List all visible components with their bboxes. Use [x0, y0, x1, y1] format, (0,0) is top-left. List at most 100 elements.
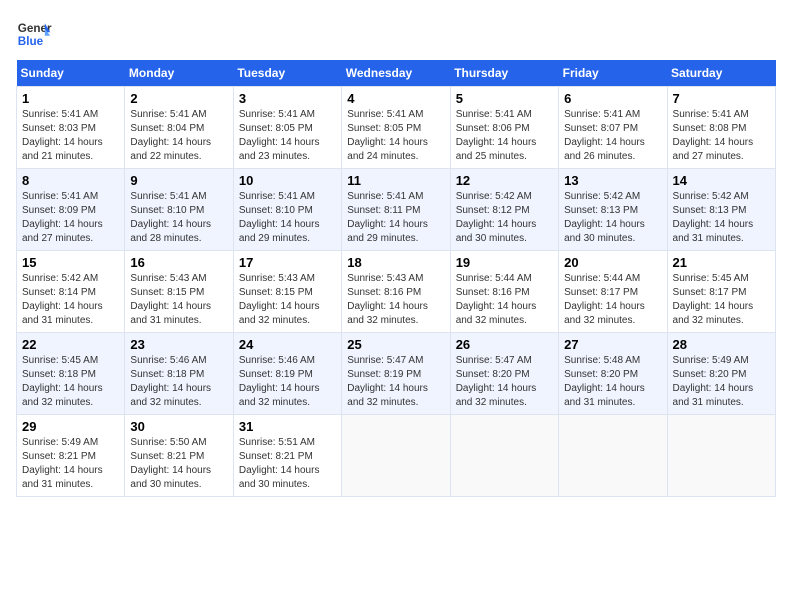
day-number: 4 — [347, 91, 444, 106]
day-header-wednesday: Wednesday — [342, 60, 450, 87]
week-row-3: 15 Sunrise: 5:42 AM Sunset: 8:14 PM Dayl… — [17, 251, 776, 333]
day-number: 29 — [22, 419, 119, 434]
day-header-thursday: Thursday — [450, 60, 558, 87]
week-row-2: 8 Sunrise: 5:41 AM Sunset: 8:09 PM Dayli… — [17, 169, 776, 251]
calendar-cell — [342, 415, 450, 497]
cell-info: Sunrise: 5:41 AM Sunset: 8:08 PM Dayligh… — [673, 108, 770, 164]
cell-info: Sunrise: 5:49 AM Sunset: 8:21 PM Dayligh… — [22, 436, 119, 492]
cell-info: Sunrise: 5:43 AM Sunset: 8:15 PM Dayligh… — [130, 272, 227, 328]
cell-info: Sunrise: 5:45 AM Sunset: 8:18 PM Dayligh… — [22, 354, 119, 410]
cell-info: Sunrise: 5:49 AM Sunset: 8:20 PM Dayligh… — [673, 354, 770, 410]
day-header-tuesday: Tuesday — [233, 60, 341, 87]
calendar-table: SundayMondayTuesdayWednesdayThursdayFrid… — [16, 60, 776, 497]
cell-info: Sunrise: 5:41 AM Sunset: 8:03 PM Dayligh… — [22, 108, 119, 164]
calendar-cell: 19 Sunrise: 5:44 AM Sunset: 8:16 PM Dayl… — [450, 251, 558, 333]
day-number: 14 — [673, 173, 770, 188]
week-row-5: 29 Sunrise: 5:49 AM Sunset: 8:21 PM Dayl… — [17, 415, 776, 497]
cell-info: Sunrise: 5:41 AM Sunset: 8:05 PM Dayligh… — [239, 108, 336, 164]
calendar-cell: 1 Sunrise: 5:41 AM Sunset: 8:03 PM Dayli… — [17, 87, 125, 169]
cell-info: Sunrise: 5:46 AM Sunset: 8:18 PM Dayligh… — [130, 354, 227, 410]
day-number: 6 — [564, 91, 661, 106]
day-number: 18 — [347, 255, 444, 270]
day-headers-row: SundayMondayTuesdayWednesdayThursdayFrid… — [17, 60, 776, 87]
cell-info: Sunrise: 5:42 AM Sunset: 8:12 PM Dayligh… — [456, 190, 553, 246]
day-header-monday: Monday — [125, 60, 233, 87]
day-number: 24 — [239, 337, 336, 352]
week-row-1: 1 Sunrise: 5:41 AM Sunset: 8:03 PM Dayli… — [17, 87, 776, 169]
day-number: 20 — [564, 255, 661, 270]
cell-info: Sunrise: 5:41 AM Sunset: 8:06 PM Dayligh… — [456, 108, 553, 164]
calendar-body: 1 Sunrise: 5:41 AM Sunset: 8:03 PM Dayli… — [17, 87, 776, 497]
day-number: 7 — [673, 91, 770, 106]
calendar-cell: 21 Sunrise: 5:45 AM Sunset: 8:17 PM Dayl… — [667, 251, 775, 333]
cell-info: Sunrise: 5:41 AM Sunset: 8:04 PM Dayligh… — [130, 108, 227, 164]
cell-info: Sunrise: 5:42 AM Sunset: 8:14 PM Dayligh… — [22, 272, 119, 328]
cell-info: Sunrise: 5:41 AM Sunset: 8:07 PM Dayligh… — [564, 108, 661, 164]
cell-info: Sunrise: 5:47 AM Sunset: 8:20 PM Dayligh… — [456, 354, 553, 410]
week-row-4: 22 Sunrise: 5:45 AM Sunset: 8:18 PM Dayl… — [17, 333, 776, 415]
day-number: 8 — [22, 173, 119, 188]
day-number: 28 — [673, 337, 770, 352]
cell-info: Sunrise: 5:48 AM Sunset: 8:20 PM Dayligh… — [564, 354, 661, 410]
day-number: 1 — [22, 91, 119, 106]
calendar-cell: 28 Sunrise: 5:49 AM Sunset: 8:20 PM Dayl… — [667, 333, 775, 415]
calendar-cell: 10 Sunrise: 5:41 AM Sunset: 8:10 PM Dayl… — [233, 169, 341, 251]
cell-info: Sunrise: 5:41 AM Sunset: 8:05 PM Dayligh… — [347, 108, 444, 164]
cell-info: Sunrise: 5:42 AM Sunset: 8:13 PM Dayligh… — [564, 190, 661, 246]
day-number: 19 — [456, 255, 553, 270]
day-number: 25 — [347, 337, 444, 352]
cell-info: Sunrise: 5:50 AM Sunset: 8:21 PM Dayligh… — [130, 436, 227, 492]
calendar-cell: 11 Sunrise: 5:41 AM Sunset: 8:11 PM Dayl… — [342, 169, 450, 251]
cell-info: Sunrise: 5:46 AM Sunset: 8:19 PM Dayligh… — [239, 354, 336, 410]
calendar-cell: 6 Sunrise: 5:41 AM Sunset: 8:07 PM Dayli… — [559, 87, 667, 169]
calendar-cell: 12 Sunrise: 5:42 AM Sunset: 8:12 PM Dayl… — [450, 169, 558, 251]
calendar-cell: 14 Sunrise: 5:42 AM Sunset: 8:13 PM Dayl… — [667, 169, 775, 251]
cell-info: Sunrise: 5:45 AM Sunset: 8:17 PM Dayligh… — [673, 272, 770, 328]
calendar-cell — [450, 415, 558, 497]
logo: General Blue — [16, 16, 52, 52]
calendar-cell: 18 Sunrise: 5:43 AM Sunset: 8:16 PM Dayl… — [342, 251, 450, 333]
day-header-sunday: Sunday — [17, 60, 125, 87]
calendar-cell: 27 Sunrise: 5:48 AM Sunset: 8:20 PM Dayl… — [559, 333, 667, 415]
calendar-cell: 29 Sunrise: 5:49 AM Sunset: 8:21 PM Dayl… — [17, 415, 125, 497]
cell-info: Sunrise: 5:43 AM Sunset: 8:15 PM Dayligh… — [239, 272, 336, 328]
calendar-cell: 4 Sunrise: 5:41 AM Sunset: 8:05 PM Dayli… — [342, 87, 450, 169]
cell-info: Sunrise: 5:41 AM Sunset: 8:09 PM Dayligh… — [22, 190, 119, 246]
cell-info: Sunrise: 5:41 AM Sunset: 8:10 PM Dayligh… — [239, 190, 336, 246]
calendar-cell: 2 Sunrise: 5:41 AM Sunset: 8:04 PM Dayli… — [125, 87, 233, 169]
calendar-cell: 26 Sunrise: 5:47 AM Sunset: 8:20 PM Dayl… — [450, 333, 558, 415]
calendar-cell: 9 Sunrise: 5:41 AM Sunset: 8:10 PM Dayli… — [125, 169, 233, 251]
day-number: 10 — [239, 173, 336, 188]
day-header-saturday: Saturday — [667, 60, 775, 87]
calendar-cell — [559, 415, 667, 497]
calendar-cell: 15 Sunrise: 5:42 AM Sunset: 8:14 PM Dayl… — [17, 251, 125, 333]
day-number: 22 — [22, 337, 119, 352]
calendar-cell: 24 Sunrise: 5:46 AM Sunset: 8:19 PM Dayl… — [233, 333, 341, 415]
calendar-cell: 30 Sunrise: 5:50 AM Sunset: 8:21 PM Dayl… — [125, 415, 233, 497]
calendar-cell: 16 Sunrise: 5:43 AM Sunset: 8:15 PM Dayl… — [125, 251, 233, 333]
calendar-cell: 17 Sunrise: 5:43 AM Sunset: 8:15 PM Dayl… — [233, 251, 341, 333]
cell-info: Sunrise: 5:51 AM Sunset: 8:21 PM Dayligh… — [239, 436, 336, 492]
day-number: 31 — [239, 419, 336, 434]
day-number: 26 — [456, 337, 553, 352]
calendar-cell: 20 Sunrise: 5:44 AM Sunset: 8:17 PM Dayl… — [559, 251, 667, 333]
calendar-cell: 13 Sunrise: 5:42 AM Sunset: 8:13 PM Dayl… — [559, 169, 667, 251]
calendar-cell: 23 Sunrise: 5:46 AM Sunset: 8:18 PM Dayl… — [125, 333, 233, 415]
calendar-cell: 3 Sunrise: 5:41 AM Sunset: 8:05 PM Dayli… — [233, 87, 341, 169]
day-number: 27 — [564, 337, 661, 352]
day-number: 17 — [239, 255, 336, 270]
cell-info: Sunrise: 5:41 AM Sunset: 8:10 PM Dayligh… — [130, 190, 227, 246]
day-number: 12 — [456, 173, 553, 188]
calendar-cell: 5 Sunrise: 5:41 AM Sunset: 8:06 PM Dayli… — [450, 87, 558, 169]
day-number: 11 — [347, 173, 444, 188]
cell-info: Sunrise: 5:44 AM Sunset: 8:17 PM Dayligh… — [564, 272, 661, 328]
svg-text:Blue: Blue — [18, 35, 44, 48]
calendar-cell: 7 Sunrise: 5:41 AM Sunset: 8:08 PM Dayli… — [667, 87, 775, 169]
page-header: General Blue — [16, 16, 776, 52]
day-number: 3 — [239, 91, 336, 106]
day-number: 30 — [130, 419, 227, 434]
day-number: 9 — [130, 173, 227, 188]
day-number: 2 — [130, 91, 227, 106]
day-number: 21 — [673, 255, 770, 270]
calendar-cell: 22 Sunrise: 5:45 AM Sunset: 8:18 PM Dayl… — [17, 333, 125, 415]
